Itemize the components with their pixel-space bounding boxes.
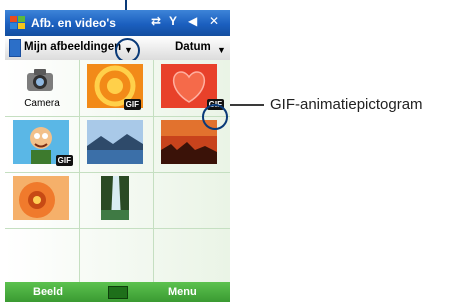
gif-animation-icon: GIF [123, 99, 141, 110]
window-title: Afb. en video's [31, 16, 116, 30]
softkey-bar: Beeld Menu [5, 282, 230, 302]
thumbnail-orange-rings[interactable]: GIF [79, 60, 147, 114]
view-softkey[interactable]: Beeld [33, 286, 63, 298]
callout-line-gif [226, 104, 264, 106]
camera-icon [27, 69, 53, 91]
image-thumbnail [101, 176, 129, 220]
menu-softkey[interactable]: Menu [168, 286, 197, 298]
sort-dropdown[interactable]: Datum [175, 41, 211, 53]
thumbnail-lake-landscape[interactable] [79, 116, 147, 170]
callout-label-gif: GIF-animatiepictogram [270, 96, 423, 113]
thumbnail-grid: Camera GIF GIF GIF [5, 60, 230, 282]
thumbnail-waterfall[interactable] [79, 172, 147, 226]
gif-animation-icon: GIF [55, 155, 73, 166]
thumbnail-orange-flower[interactable] [5, 172, 79, 226]
signal-icon[interactable]: Y [169, 14, 177, 28]
image-thumbnail [87, 120, 143, 164]
keyboard-icon[interactable] [108, 286, 128, 299]
grid-divider [5, 228, 230, 229]
title-bar: Afb. en video's ⇄ Y ◀ ✕ [5, 10, 230, 36]
folder-dropdown[interactable]: Mijn afbeeldingen [24, 41, 121, 53]
close-icon[interactable]: ✕ [209, 14, 219, 28]
camera-tile[interactable]: Camera [5, 60, 79, 114]
image-thumbnail [13, 176, 69, 220]
sort-chevron-down-icon[interactable]: ▼ [217, 45, 226, 55]
folder-toolbar: Mijn afbeeldingen ▼ Datum ▼ [5, 36, 230, 63]
thumbnail-cartoon-man[interactable]: GIF [5, 116, 79, 170]
speaker-icon[interactable]: ◀ [188, 14, 197, 28]
callout-circle-gif [202, 104, 228, 130]
sync-icon[interactable]: ⇄ [151, 14, 161, 28]
camera-label: Camera [24, 98, 60, 109]
device-screen: Afb. en video's ⇄ Y ◀ ✕ Mijn afbeeldinge… [5, 10, 230, 302]
device-icon [9, 39, 21, 57]
start-flag-icon[interactable] [9, 14, 27, 32]
